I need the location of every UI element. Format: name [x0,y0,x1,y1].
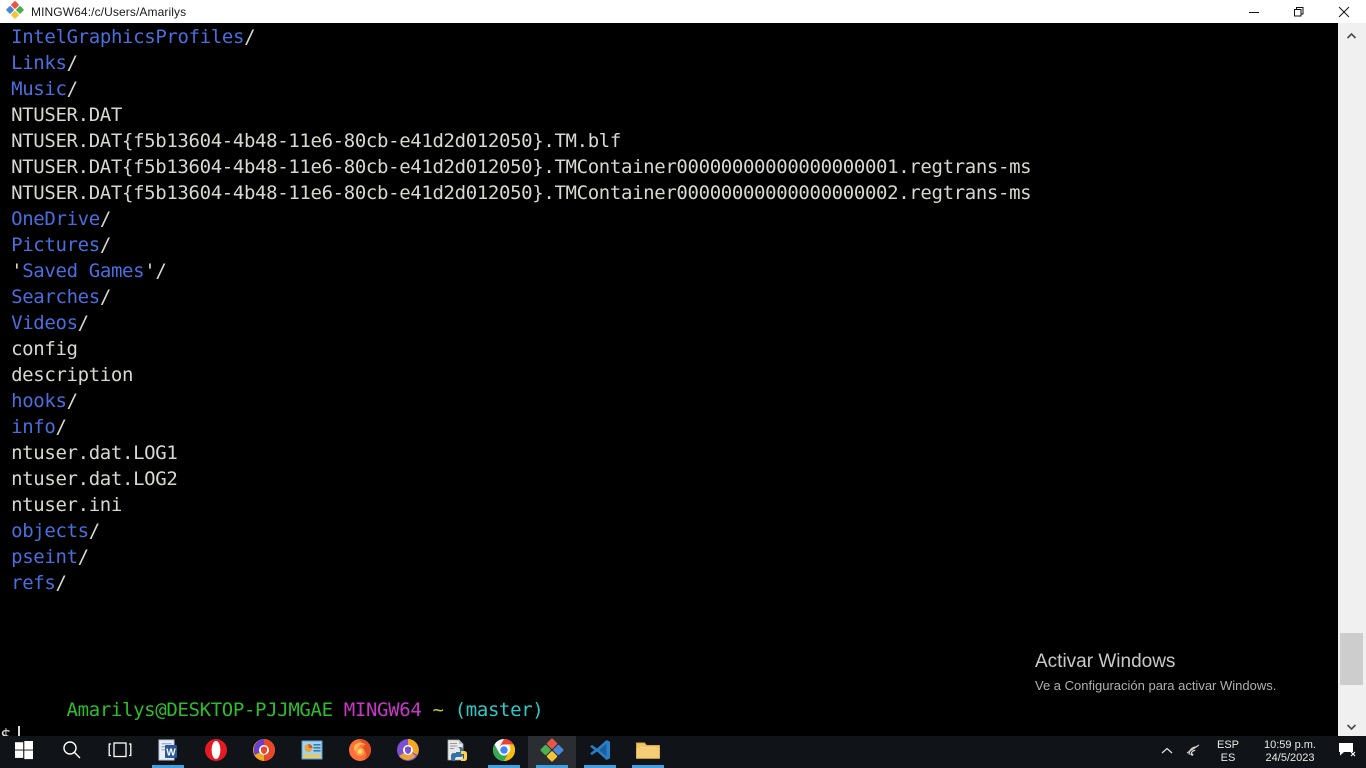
opera-icon [204,738,228,766]
windows-taskbar: W ESP ES 10:59 p.m. 24/5/2023 [0,736,1366,768]
terminal-line: objects/ [11,520,100,542]
terminal-line: Links/ [11,52,78,74]
clock-time: 10:59 p.m. [1264,739,1316,751]
terminal-line-list: IntelGraphicsProfiles/ Links/ Music/ NTU… [0,23,1032,596]
scroll-up-button[interactable] [1338,23,1365,45]
language-code-bottom: ES [1220,752,1236,764]
terminal-line: info/ [11,416,67,438]
minimize-button[interactable] [1231,0,1276,23]
terminal-output[interactable]: IntelGraphicsProfiles/ Links/ Music/ NTU… [0,23,1338,736]
language-indicator[interactable]: ESP ES [1208,739,1248,765]
terminal-line: NTUSER.DAT [0,104,122,126]
language-code-top: ESP [1216,739,1239,751]
powerpoint-icon [300,739,324,765]
scrollbar-thumb[interactable] [1340,633,1363,685]
restore-button[interactable] [1276,0,1321,23]
chrome-icon [492,738,516,766]
network-button[interactable] [1180,742,1208,763]
chevron-up-icon [1346,25,1357,44]
taskbar-opera[interactable] [192,736,240,768]
taskbar-python-file[interactable] [432,736,480,768]
taskbar-chrome[interactable] [480,736,528,768]
terminal-line: Videos/ [11,312,89,334]
window-titlebar[interactable]: MINGW64:/c/Users/Amarilys [0,0,1366,24]
terminal-line: ntuser.dat.LOG2 [0,468,178,490]
terminal-line: Searches/ [11,286,111,308]
scroll-down-button[interactable] [1338,714,1365,736]
close-icon [1338,6,1350,18]
terminal-line: config [0,338,78,360]
taskbar-firefox[interactable] [336,736,384,768]
desktop: MINGW64:/c/Users/Amarilys IntelGraphicsP… [0,0,1366,768]
shell-prompt: Amarilys@DESKTOP-PJJMGAE MINGW64 ~ (mast… [0,671,544,736]
terminal-line: ntuser.dat.LOG1 [0,442,178,464]
prompt-user-host: Amarilys@DESKTOP-PJJMGAE [66,699,333,721]
task-view-icon [108,741,132,763]
system-tray: ESP ES 10:59 p.m. 24/5/2023 [1154,736,1366,768]
search-icon [61,739,83,765]
search-button[interactable] [48,736,96,768]
terminal-scrollbar[interactable] [1337,23,1366,736]
terminal-line: IntelGraphicsProfiles/ [11,26,256,48]
taskbar-avg-browser[interactable] [384,736,432,768]
chevron-down-icon [1346,716,1357,735]
firefox-icon [348,738,372,766]
git-bash-icon [5,0,25,20]
taskbar-file-explorer[interactable] [624,736,672,768]
python-file-icon [444,738,468,766]
close-button[interactable] [1321,0,1366,23]
taskbar-avast-browser[interactable] [240,736,288,768]
clock-date: 24/5/2023 [1265,752,1315,764]
terminal-line: NTUSER.DAT{f5b13604-4b48-11e6-80cb-e41d2… [0,130,621,152]
clock[interactable]: 10:59 p.m. 24/5/2023 [1248,739,1332,765]
terminal-line: ntuser.ini [0,494,122,516]
task-view-button[interactable] [96,736,144,768]
avg-browser-icon [396,738,420,766]
window-title: MINGW64:/c/Users/Amarilys [31,4,187,19]
taskbar-powerpoint[interactable] [288,736,336,768]
taskbar-git-bash[interactable] [528,736,576,768]
wifi-icon [1185,742,1203,763]
terminal-line: pseint/ [11,546,89,568]
terminal-line: OneDrive/ [11,208,111,230]
windows-logo-icon [14,740,34,764]
chevron-up-icon [1160,743,1174,761]
folder-icon [635,739,661,765]
word-icon: W [156,738,180,766]
terminal-line: Music/ [11,78,78,100]
terminal-line: description [0,364,134,386]
terminal-line: hooks/ [11,390,78,412]
taskbar-vscode[interactable] [576,736,624,768]
prompt-git-branch: (master) [454,699,544,721]
terminal-line: Pictures/ [11,234,111,256]
taskbar-word[interactable]: W [144,736,192,768]
svg-text:W: W [166,747,176,758]
action-center-button[interactable] [1332,741,1362,764]
prompt-path: ~ [432,699,444,721]
terminal-line: 'Saved Games'/ [11,260,167,282]
prompt-symbol: $ [0,725,12,736]
terminal-line: NTUSER.DAT{f5b13604-4b48-11e6-80cb-e41d2… [0,182,1032,204]
terminal-line: refs/ [11,572,67,594]
minimize-icon [1248,6,1260,18]
vscode-icon [588,738,612,766]
terminal-line: NTUSER.DAT{f5b13604-4b48-11e6-80cb-e41d2… [0,156,1032,178]
git-bash-icon [539,737,565,767]
start-button[interactable] [0,736,48,768]
restore-icon [1293,6,1305,18]
tray-overflow-button[interactable] [1154,743,1180,761]
avast-browser-icon [252,738,276,766]
prompt-shell: MINGW64 [343,699,422,721]
action-center-icon [1337,741,1357,764]
text-cursor[interactable] [18,726,21,736]
